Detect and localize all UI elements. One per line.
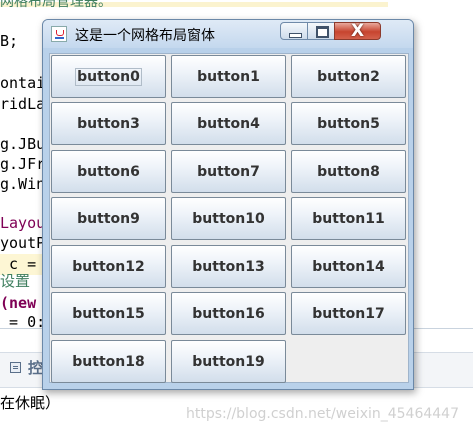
grid-button-label: button14 xyxy=(312,258,385,275)
grid-button-label: button8 xyxy=(317,163,380,180)
grid-button-7[interactable]: button7 xyxy=(171,150,286,193)
grid-button-label: button5 xyxy=(317,115,380,132)
grid-button-12[interactable]: button12 xyxy=(51,245,166,288)
code-line: 设置 xyxy=(0,272,31,290)
grid-button-label: button4 xyxy=(197,115,260,132)
grid-button-label: button19 xyxy=(192,353,265,370)
grid-button-label: button0 xyxy=(75,67,142,86)
grid-button-17[interactable]: button17 xyxy=(291,292,406,335)
grid-button-label: button10 xyxy=(192,210,265,227)
grid-button-13[interactable]: button13 xyxy=(171,245,286,288)
grid-button-14[interactable]: button14 xyxy=(291,245,406,288)
code-line: youtP xyxy=(0,234,46,252)
grid-button-9[interactable]: button9 xyxy=(51,197,166,240)
grid-button-label: button16 xyxy=(192,305,265,322)
minimize-button[interactable] xyxy=(280,22,308,40)
grid-button-3[interactable]: button3 xyxy=(51,102,166,145)
grid-button-18[interactable]: button18 xyxy=(51,340,166,383)
grid-button-1[interactable]: button1 xyxy=(171,55,286,98)
watermark: https://blog.csdn.net/weixin_45464447 xyxy=(185,406,459,422)
code-line: g.JFr xyxy=(0,155,46,173)
grid-button-label: button7 xyxy=(197,163,260,180)
grid-button-label: button12 xyxy=(72,258,145,275)
grid-button-5[interactable]: button5 xyxy=(291,102,406,145)
grid-button-15[interactable]: button15 xyxy=(51,292,166,335)
console-icon[interactable] xyxy=(10,362,21,373)
grid-button-4[interactable]: button4 xyxy=(171,102,286,145)
console-output: 在休眠） xyxy=(0,394,61,412)
grid-button-label: button11 xyxy=(312,210,385,227)
maximize-icon xyxy=(316,26,329,38)
grid-content-pane: button0 button1 button2 button3 button4 butto… xyxy=(49,53,409,383)
code-line: g.JBu xyxy=(0,135,46,153)
title-bar[interactable]: 这是一个网格布局窗体 X xyxy=(43,20,413,48)
close-button[interactable]: X xyxy=(334,21,381,41)
code-line: B; xyxy=(0,32,19,50)
grid-button-11[interactable]: button11 xyxy=(291,197,406,240)
code-line: (new xyxy=(0,294,46,312)
grid-button-2[interactable]: button2 xyxy=(291,55,406,98)
grid-button-6[interactable]: button6 xyxy=(51,150,166,193)
grid-button-label: button2 xyxy=(317,68,380,85)
window-title: 这是一个网格布局窗体 xyxy=(75,28,215,44)
grid-button-label: button1 xyxy=(197,68,260,85)
maximize-button[interactable] xyxy=(307,22,335,40)
java-coffee-icon[interactable] xyxy=(51,26,67,42)
grid-button-label: button9 xyxy=(77,210,140,227)
code-line: ridLa xyxy=(0,95,46,113)
grid-button-label: button17 xyxy=(312,305,385,322)
close-icon: X xyxy=(350,21,365,41)
grid-button-label: button3 xyxy=(77,115,140,132)
code-line: Layou xyxy=(0,214,46,232)
grid-button-label: button6 xyxy=(77,163,140,180)
console-tab-label[interactable]: 控 xyxy=(28,357,43,378)
grid-button-8[interactable]: button8 xyxy=(291,150,406,193)
code-line: g.Win xyxy=(0,175,46,193)
grid-button-16[interactable]: button16 xyxy=(171,292,286,335)
grid-button-0[interactable]: button0 xyxy=(51,55,166,98)
code-line: ontai xyxy=(0,74,46,92)
grid-button-label: button15 xyxy=(72,305,145,322)
grid-layout-window: 这是一个网格布局窗体 X button0 button1 button2 button… xyxy=(42,19,414,390)
grid-button-label: button18 xyxy=(72,353,145,370)
grid-button-label: button13 xyxy=(192,258,265,275)
grid-button-10[interactable]: button10 xyxy=(171,197,286,240)
grid-button-19[interactable]: button19 xyxy=(171,340,286,383)
code-comment: 网格布局管理器。 xyxy=(0,0,112,10)
minimize-icon xyxy=(289,33,302,38)
code-line: = 0: xyxy=(0,313,46,331)
